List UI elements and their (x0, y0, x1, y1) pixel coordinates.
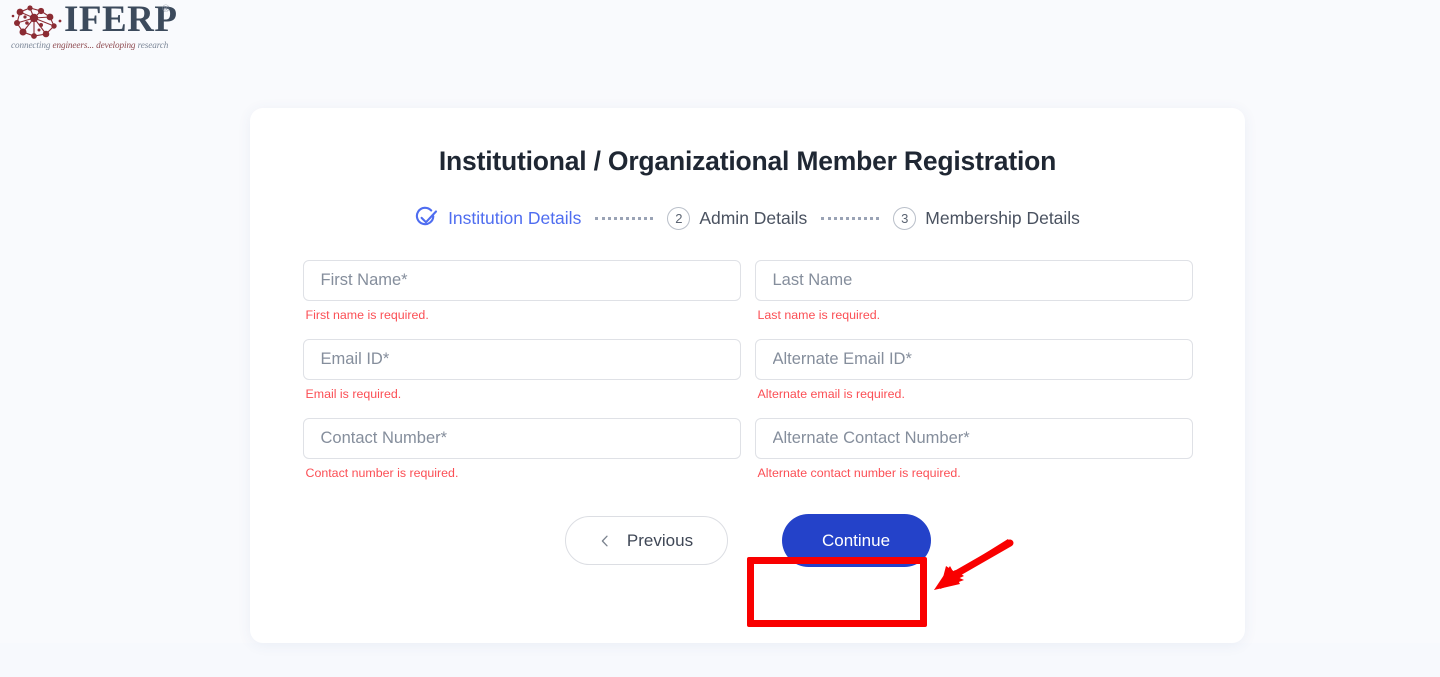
first-name-input[interactable] (302, 260, 741, 301)
tagline-lead: connecting (11, 40, 53, 50)
stepper-label-admin-details: Admin Details (699, 207, 808, 228)
registration-card: Institutional / Organizational Member Re… (250, 108, 1245, 643)
brand-tagline: connecting engineers... developing resea… (11, 40, 179, 50)
stepper-badge-2: 2 (667, 206, 691, 230)
field-alternate-email-id: Alternate email is required. (754, 339, 1193, 401)
tagline-emphasis: engineers... developing (52, 40, 138, 50)
site-logo[interactable]: IFERP ® connecting engineers... developi… (6, 0, 179, 53)
stepper-step-membership-details[interactable]: 3 Membership Details (893, 206, 1080, 230)
last-name-error: Last name is required. (757, 308, 881, 322)
stepper-step-admin-details[interactable]: 2 Admin Details (667, 206, 808, 230)
page-bottom-band (0, 643, 1440, 677)
registered-mark-icon: ® (162, 4, 170, 15)
field-contact-number: Contact number is required. (302, 418, 741, 480)
brand-wordmark: IFERP (64, 0, 178, 40)
alternate-contact-number-input[interactable] (754, 418, 1193, 459)
contact-number-input[interactable] (302, 418, 741, 459)
stepper-label-membership-details: Membership Details (925, 207, 1080, 228)
contact-number-error: Contact number is required. (305, 466, 459, 480)
stepper-connector-1 (595, 216, 654, 220)
alternate-contact-number-error: Alternate contact number is required. (757, 466, 961, 480)
field-alternate-contact-number: Alternate contact number is required. (754, 418, 1193, 480)
field-last-name: Last name is required. (754, 260, 1193, 322)
page-title: Institutional / Organizational Member Re… (438, 146, 1057, 176)
alternate-email-id-input[interactable] (754, 339, 1193, 380)
form-actions: Previous Continue (250, 514, 1245, 567)
chevron-left-icon (601, 535, 608, 546)
check-circle-icon (415, 206, 438, 226)
field-first-name: First name is required. (302, 260, 741, 322)
continue-button[interactable]: Continue (781, 514, 931, 567)
stepper-connector-2 (821, 216, 880, 220)
previous-button[interactable]: Previous (564, 516, 728, 565)
molecular-network-icon (11, 5, 62, 39)
previous-button-label: Previous (626, 530, 694, 550)
field-email-id: Email is required. (302, 339, 741, 401)
tagline-tail: research (137, 40, 169, 50)
continue-button-label: Continue (821, 530, 891, 550)
registration-form: First name is required. Last name is req… (302, 260, 1193, 497)
last-name-input[interactable] (754, 260, 1193, 301)
first-name-error: First name is required. (305, 308, 429, 322)
alternate-email-id-error: Alternate email is required. (757, 387, 905, 401)
registration-stepper: Institution Details 2 Admin Details 3 Me… (250, 206, 1245, 230)
email-id-input[interactable] (302, 339, 741, 380)
email-id-error: Email is required. (305, 387, 402, 401)
stepper-label-institution-details: Institution Details (448, 207, 582, 228)
stepper-step-institution-details[interactable]: Institution Details (415, 206, 581, 230)
stepper-badge-3: 3 (893, 206, 917, 230)
